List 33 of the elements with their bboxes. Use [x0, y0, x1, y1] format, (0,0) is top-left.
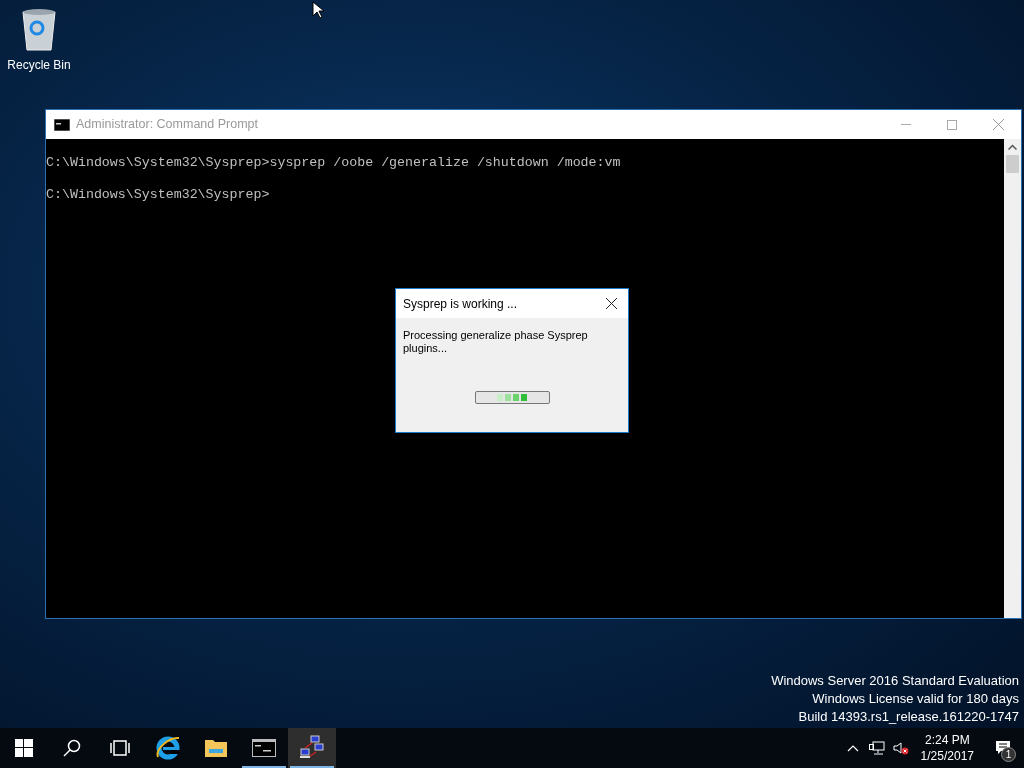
mouse-pointer-icon [312, 1, 324, 19]
close-icon [605, 298, 617, 309]
folder-icon [204, 738, 228, 758]
maximize-icon [947, 119, 957, 130]
dialog-title: Sysprep is working ... [403, 295, 518, 313]
edition-text: Windows License valid for 180 days [812, 690, 1019, 708]
edition-text: Windows Server 2016 Standard Evaluation [771, 672, 1019, 690]
console-line: C:\Windows\System32\Sysprep>sysprep /oobe /generalize /shutdown /mode:vm [46, 155, 622, 171]
windows-logo-icon [15, 739, 33, 757]
desktop-icon-label[interactable]: Recycle Bin [7, 56, 71, 74]
scrollbar-thumb[interactable] [1006, 155, 1019, 173]
console-icon [54, 118, 70, 131]
dialog-message: Processing generalize phase Sysprep plugins... [403, 329, 589, 355]
taskbar-button[interactable] [288, 728, 336, 768]
minimize-icon [901, 124, 911, 125]
clock-date[interactable]: 1/25/2017 [920, 748, 974, 764]
close-icon [992, 119, 1004, 130]
console-icon [252, 739, 276, 757]
volume-muted-icon[interactable] [892, 741, 909, 755]
browser-e-icon [155, 735, 181, 761]
notification-badge: 1 [1001, 747, 1016, 762]
scrollbar[interactable] [1004, 139, 1021, 618]
edition-text: Build 14393.rs1_release.161220-1747 [798, 708, 1019, 726]
search-icon [63, 739, 81, 757]
recycle-bin-icon[interactable] [20, 8, 58, 52]
window-title: Administrator: Command Prompt [76, 116, 258, 134]
network-icon[interactable] [868, 741, 885, 755]
networked-computers-icon [299, 735, 325, 761]
chevron-up-icon[interactable] [846, 744, 859, 752]
scroll-up-icon[interactable] [1008, 144, 1017, 150]
console-line: C:\Windows\System32\Sysprep> [46, 187, 271, 203]
task-view-icon [109, 739, 131, 757]
clock-time[interactable]: 2:24 PM [924, 732, 970, 748]
